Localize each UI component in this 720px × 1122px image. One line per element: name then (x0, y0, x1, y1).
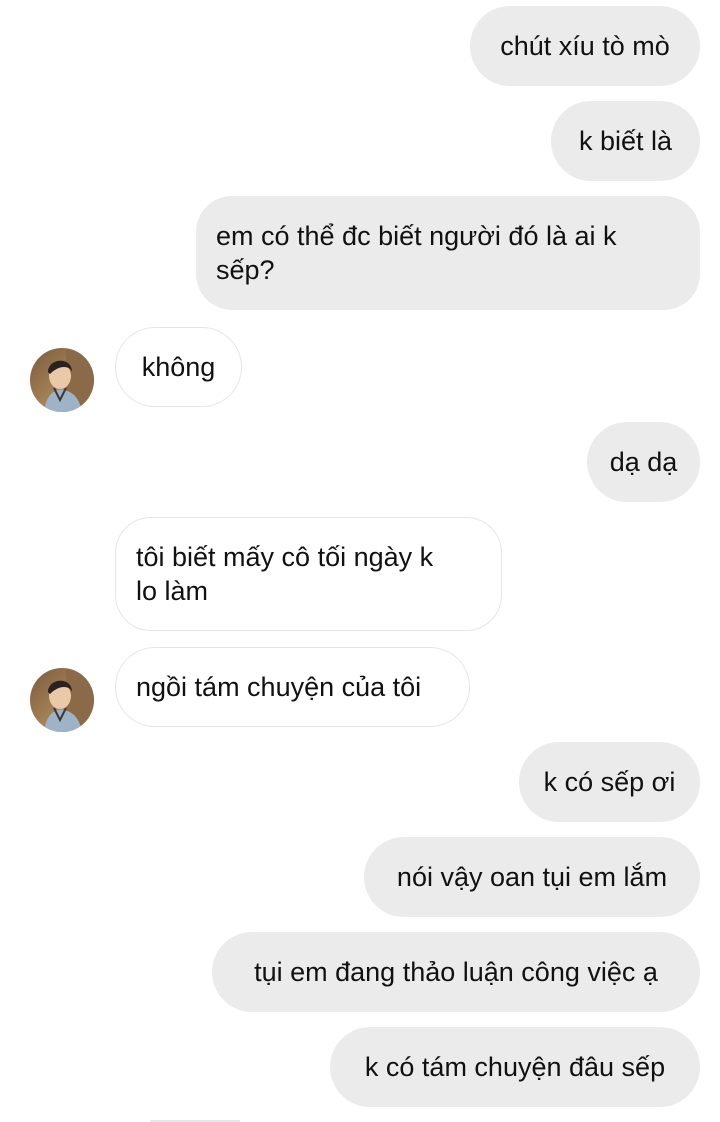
user-avatar-photo-icon (30, 668, 94, 732)
outgoing-message-bubble[interactable]: tụi em đang thảo luận công việc ạ (212, 932, 700, 1012)
user-avatar-photo-icon (30, 348, 94, 412)
incoming-message-bubble[interactable]: không (115, 327, 242, 407)
message-text: tôi biết mấy cô tối ngày k lo làm (136, 542, 434, 606)
message-text: dạ dạ (609, 447, 678, 477)
message-text: k biết là (578, 126, 673, 156)
message-text: em có thể đc biết người đó là ai k sếp? (216, 221, 617, 285)
incoming-message-bubble[interactable]: tôi biết mấy cô tối ngày k lo làm (115, 517, 502, 631)
outgoing-message-bubble[interactable]: chút xíu tò mò (470, 6, 700, 86)
message-text: ngồi tám chuyện của tôi (136, 672, 422, 702)
message-text: tụi em đang thảo luận công việc ạ (254, 957, 658, 987)
message-text: chút xíu tò mò (500, 31, 670, 61)
outgoing-message-bubble[interactable]: dạ dạ (587, 422, 700, 502)
outgoing-message-bubble[interactable]: k có sếp ơi (519, 742, 700, 822)
message-text: nói vậy oan tụi em lắm (396, 862, 668, 892)
outgoing-message-bubble[interactable]: k biết là (551, 101, 700, 181)
outgoing-message-bubble[interactable]: k có tám chuyện đâu sếp (330, 1027, 700, 1107)
outgoing-message-bubble[interactable]: em có thể đc biết người đó là ai k sếp? (196, 196, 700, 310)
incoming-message-bubble[interactable]: ngồi tám chuyện của tôi (115, 647, 470, 727)
message-text: k có tám chuyện đâu sếp (364, 1052, 666, 1082)
message-text: không (141, 352, 216, 382)
contact-avatar[interactable] (30, 348, 94, 412)
contact-avatar[interactable] (30, 668, 94, 732)
outgoing-message-bubble[interactable]: nói vậy oan tụi em lắm (364, 837, 700, 917)
message-text: k có sếp ơi (543, 767, 676, 797)
chat-thread: chút xíu tò mò k biết là em có thể đc bi… (0, 0, 720, 1122)
